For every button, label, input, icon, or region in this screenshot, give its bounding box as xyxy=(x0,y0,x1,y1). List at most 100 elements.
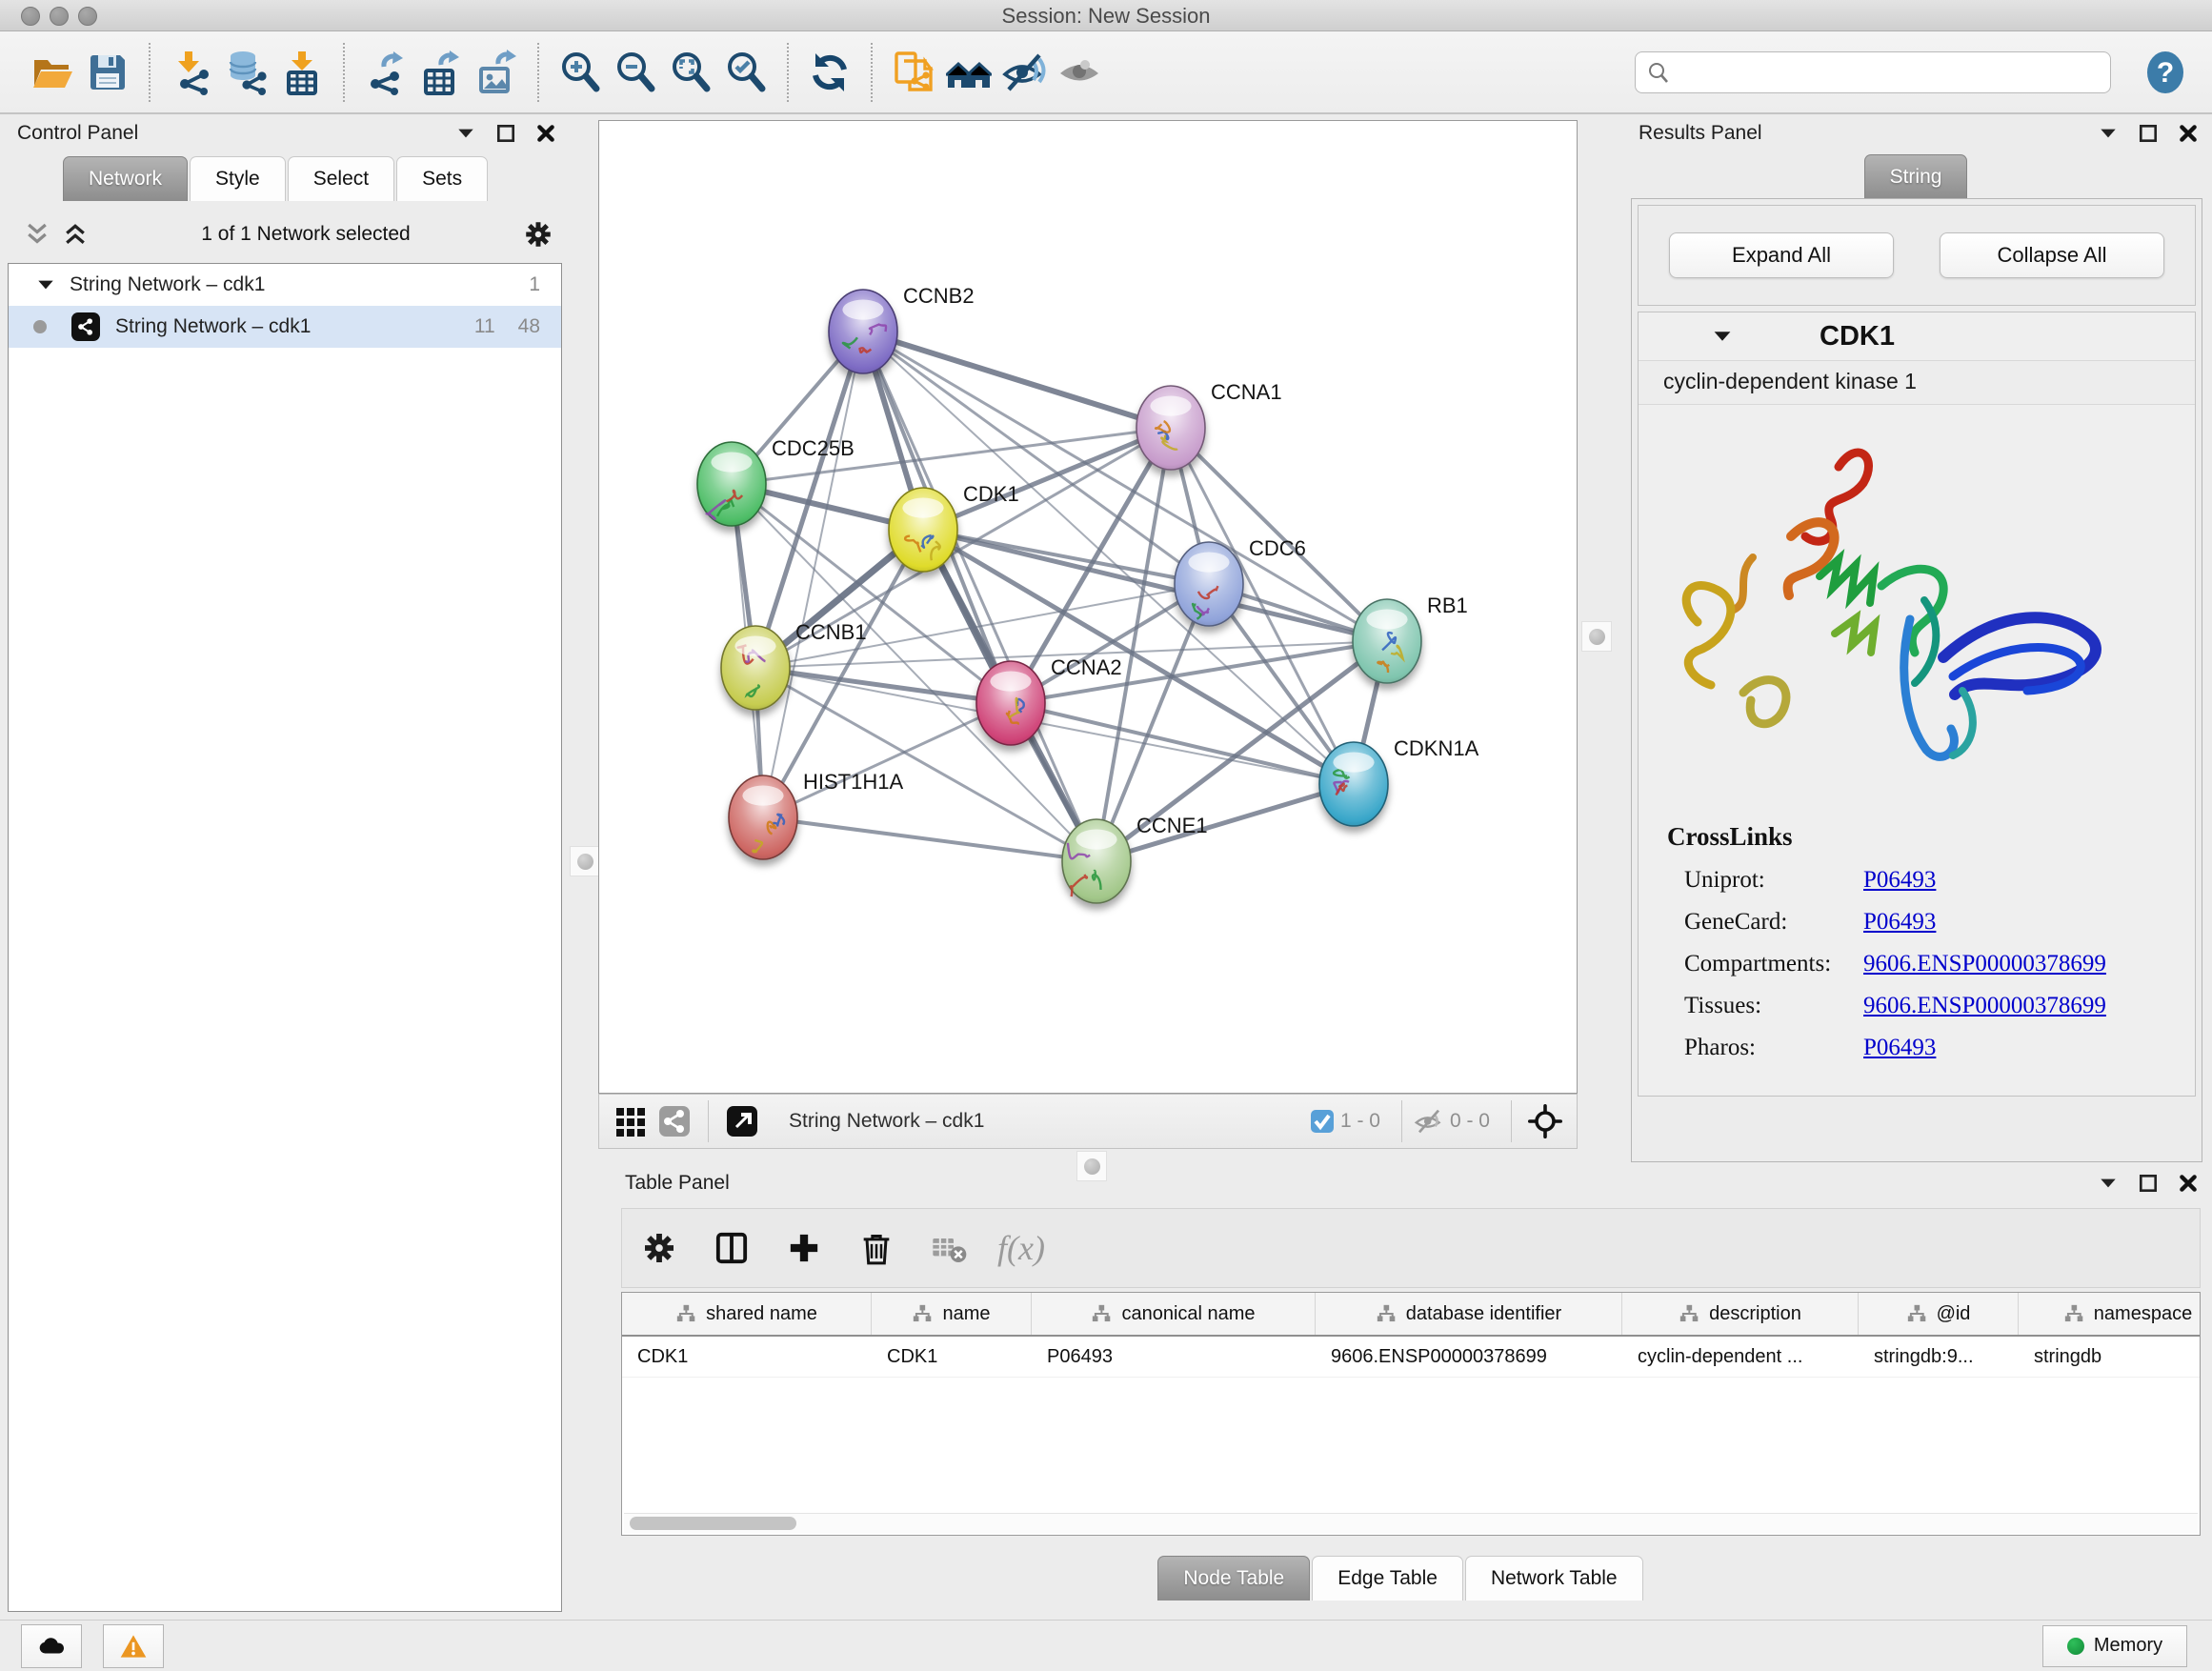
delete-column-button[interactable] xyxy=(853,1224,900,1272)
network-edge-CCNA2-HIST1H1A[interactable] xyxy=(763,703,1011,817)
network-collection-row[interactable]: String Network – cdk1 1 xyxy=(9,264,561,306)
table-options-button[interactable] xyxy=(635,1224,683,1272)
zoom-selected-button[interactable] xyxy=(718,43,774,102)
network-edge-CCNB2-CCNA1[interactable] xyxy=(863,332,1171,428)
zoom-out-button[interactable] xyxy=(608,43,663,102)
crosslink-link[interactable]: P06493 xyxy=(1863,867,1936,894)
crosslink-label: Compartments: xyxy=(1684,951,1846,977)
column-header-shared-name[interactable]: shared name xyxy=(622,1293,872,1335)
open-in-browser-button[interactable] xyxy=(720,1099,764,1143)
left-splitter-grip[interactable] xyxy=(570,846,600,876)
export-table-button[interactable] xyxy=(413,43,469,102)
cloud-status-button[interactable] xyxy=(21,1624,82,1668)
network-edge-CCNE1-HIST1H1A[interactable] xyxy=(763,817,1096,861)
float-panel-icon[interactable] xyxy=(2138,123,2159,144)
open-session-button[interactable] xyxy=(25,43,80,102)
first-neighbors-button[interactable] xyxy=(941,43,996,102)
hide-selected-button[interactable] xyxy=(996,43,1052,102)
panel-menu-icon[interactable] xyxy=(2098,123,2119,144)
show-columns-button[interactable] xyxy=(708,1224,755,1272)
zoom-fit-button[interactable] xyxy=(663,43,718,102)
save-session-button[interactable] xyxy=(80,43,135,102)
cloud-icon xyxy=(37,1632,66,1661)
tab-select[interactable]: Select xyxy=(288,156,394,201)
column-header-name[interactable]: name xyxy=(872,1293,1032,1335)
function-builder-button[interactable]: f(x) xyxy=(997,1228,1045,1268)
selected-checkbox-icon[interactable] xyxy=(1310,1109,1335,1134)
crosslink-link[interactable]: P06493 xyxy=(1863,1035,1936,1061)
table-cell: cyclin-dependent ... xyxy=(1622,1337,1859,1377)
close-panel-icon[interactable] xyxy=(2178,1173,2199,1194)
float-panel-icon[interactable] xyxy=(2138,1173,2159,1194)
network-canvas[interactable]: CCNB2CCNA1CDC25BCDK1CDC6RB1CCNB1CCNA2CDK… xyxy=(598,120,1578,1094)
scrollbar-thumb[interactable] xyxy=(630,1517,796,1530)
column-header-database-identifier[interactable]: database identifier xyxy=(1316,1293,1622,1335)
network-node-RB1[interactable]: RB1 xyxy=(1353,594,1468,683)
search-box[interactable] xyxy=(1635,51,2111,93)
panel-menu-icon[interactable] xyxy=(2098,1173,2119,1194)
tab-string[interactable]: String xyxy=(1864,154,1968,199)
help-button[interactable]: ? xyxy=(2143,50,2187,94)
hidden-eye-slash-icon[interactable] xyxy=(1414,1106,1444,1137)
network-node-HIST1H1A[interactable]: HIST1H1A xyxy=(729,770,903,859)
tab-sets[interactable]: Sets xyxy=(396,156,488,201)
tab-node-table[interactable]: Node Table xyxy=(1157,1556,1310,1601)
column-header-at-id[interactable]: @id xyxy=(1859,1293,2019,1335)
crosslink-link[interactable]: 9606.ENSP00000378699 xyxy=(1863,993,2106,1019)
create-column-button[interactable] xyxy=(780,1224,828,1272)
node-highlight xyxy=(742,786,783,806)
tab-network-table[interactable]: Network Table xyxy=(1465,1556,1643,1601)
import-network-database-button[interactable] xyxy=(219,43,274,102)
refresh-button[interactable] xyxy=(802,43,857,102)
panel-menu-icon[interactable] xyxy=(455,123,476,144)
import-table-file-button[interactable] xyxy=(274,43,330,102)
network-edge-CCNE1-CDKN1A[interactable] xyxy=(1096,784,1354,861)
fit-selected-button[interactable] xyxy=(1523,1099,1567,1143)
right-splitter-grip[interactable] xyxy=(1581,621,1612,652)
search-input[interactable] xyxy=(1670,60,2110,84)
network-row[interactable]: String Network – cdk1 11 48 xyxy=(9,306,561,348)
clone-network-button[interactable] xyxy=(886,43,941,102)
export-network-button[interactable] xyxy=(358,43,413,102)
share-badge-gray-icon xyxy=(657,1104,692,1138)
collapse-all-icon[interactable] xyxy=(23,220,51,249)
close-panel-icon[interactable] xyxy=(535,123,556,144)
table-row[interactable]: CDK1CDK1P064939606.ENSP00000378699cyclin… xyxy=(622,1337,2200,1378)
collapse-all-button[interactable]: Collapse All xyxy=(1940,232,2164,278)
show-all-button[interactable] xyxy=(1052,43,1107,102)
network-node-CCNA2[interactable]: CCNA2 xyxy=(976,655,1122,745)
tab-edge-table[interactable]: Edge Table xyxy=(1312,1556,1463,1601)
network-node-CCNE1[interactable]: CCNE1 xyxy=(1062,814,1208,903)
network-node-CCNA1[interactable]: CCNA1 xyxy=(1136,380,1282,470)
table-toolbar: f(x) xyxy=(621,1208,2201,1288)
table-horizontal-scrollbar[interactable] xyxy=(624,1513,2198,1533)
birdseye-view-button[interactable] xyxy=(609,1099,653,1143)
delete-table-button[interactable] xyxy=(925,1224,973,1272)
column-header-canonical-name[interactable]: canonical name xyxy=(1032,1293,1316,1335)
import-network-file-button[interactable] xyxy=(164,43,219,102)
export-image-button[interactable] xyxy=(469,43,524,102)
tab-style[interactable]: Style xyxy=(190,156,286,201)
warnings-button[interactable] xyxy=(103,1624,164,1668)
close-panel-icon[interactable] xyxy=(2178,123,2199,144)
network-node-CDKN1A[interactable]: CDKN1A xyxy=(1319,736,1479,826)
tab-network[interactable]: Network xyxy=(63,156,188,201)
crosslink-link[interactable]: P06493 xyxy=(1863,909,1936,936)
network-selection-status: 1 of 1 Network selected xyxy=(90,223,522,246)
collection-expander-icon[interactable] xyxy=(35,274,56,295)
column-header-namespace[interactable]: namespace xyxy=(2019,1293,2201,1335)
expand-all-icon[interactable] xyxy=(61,220,90,249)
results-panel-title: Results Panel xyxy=(1639,122,1762,145)
zoom-in-button[interactable] xyxy=(553,43,608,102)
network-node-CDC25B[interactable]: CDC25B xyxy=(697,436,855,526)
network-options-gear-icon[interactable] xyxy=(522,218,554,251)
expand-all-button[interactable]: Expand All xyxy=(1669,232,1894,278)
memory-button[interactable]: Memory xyxy=(2042,1625,2187,1667)
crosslink-link[interactable]: 9606.ENSP00000378699 xyxy=(1863,951,2106,977)
column-header-description[interactable]: description xyxy=(1622,1293,1859,1335)
string-style-button[interactable] xyxy=(653,1099,696,1143)
entry-expander-icon[interactable] xyxy=(1711,325,1734,348)
network-edge-CCNB2-RB1[interactable] xyxy=(863,332,1387,641)
node-label-CCNA1: CCNA1 xyxy=(1211,380,1282,404)
float-panel-icon[interactable] xyxy=(495,123,516,144)
